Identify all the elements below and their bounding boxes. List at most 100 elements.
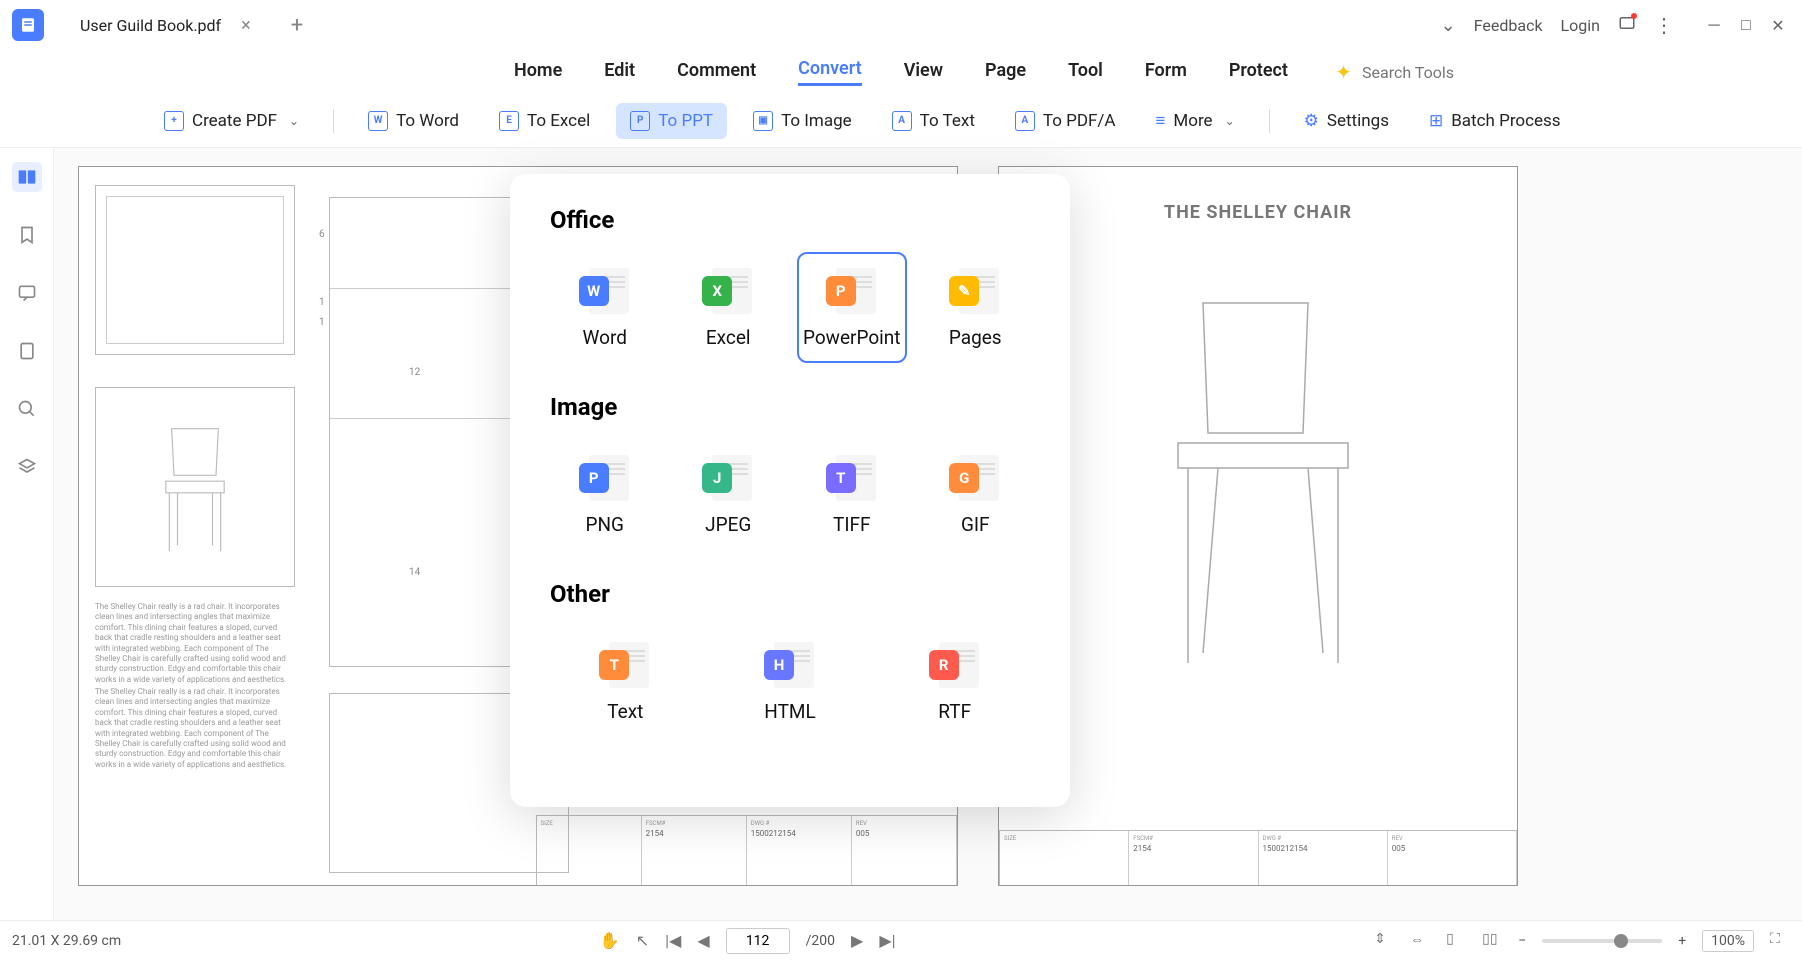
- bulb-icon: ✦: [1335, 60, 1352, 84]
- minimize-icon[interactable]: ─: [1702, 13, 1726, 37]
- format-icon: X: [698, 266, 758, 316]
- bookmark-icon[interactable]: [12, 220, 42, 250]
- chevron-down-icon: ⌄: [1225, 114, 1235, 128]
- to-ppt-button[interactable]: P To PPT: [616, 103, 727, 139]
- format-label: PNG: [586, 513, 624, 536]
- search-sidebar-icon[interactable]: [12, 394, 42, 424]
- zoom-percent[interactable]: 100%: [1702, 930, 1754, 952]
- prev-page-icon[interactable]: ◀: [697, 931, 709, 950]
- word-icon: W: [368, 111, 388, 131]
- text-icon: A: [892, 111, 912, 131]
- format-rtf[interactable]: R RTF: [879, 626, 1030, 737]
- format-icon: P: [575, 453, 635, 503]
- two-page-icon[interactable]: ▯▯: [1482, 931, 1502, 951]
- batch-button[interactable]: ⊞ Batch Process: [1415, 103, 1575, 139]
- format-icon: T: [822, 453, 882, 503]
- zoom-out-icon[interactable]: −: [1518, 933, 1526, 949]
- maximize-icon[interactable]: □: [1734, 13, 1758, 37]
- kebab-menu-icon[interactable]: ⋮: [1654, 13, 1674, 37]
- title-block: CHAIR SIZE FSCM#2154 DWG #1500212154 REV…: [536, 815, 957, 885]
- menu-comment[interactable]: Comment: [677, 60, 756, 85]
- format-word[interactable]: W Word: [550, 252, 659, 363]
- to-pdfa-button[interactable]: A To PDF/A: [1001, 103, 1130, 139]
- ppt-icon: P: [630, 111, 650, 131]
- format-label: Pages: [949, 326, 1002, 349]
- menu-page[interactable]: Page: [985, 60, 1026, 85]
- document-tab[interactable]: User Guild Book.pdf ×: [62, 4, 269, 46]
- format-powerpoint[interactable]: P PowerPoint: [797, 252, 907, 363]
- login-link[interactable]: Login: [1561, 16, 1600, 35]
- format-html[interactable]: H HTML: [715, 626, 866, 737]
- titlebar: User Guild Book.pdf × + ⌄ Feedback Login…: [0, 0, 1802, 50]
- format-tiff[interactable]: T TIFF: [797, 439, 907, 550]
- title-block-right: SIZE FSCM#2154 DWG #1500212154 REV005: [999, 830, 1517, 885]
- zoom-in-icon[interactable]: +: [1678, 933, 1686, 949]
- format-icon: H: [760, 640, 820, 690]
- search-tools-input[interactable]: [1362, 63, 1502, 82]
- more-icon: ≡: [1156, 111, 1166, 131]
- layers-icon[interactable]: [12, 452, 42, 482]
- menu-form[interactable]: Form: [1145, 60, 1187, 85]
- chevron-down-icon[interactable]: ⌄: [1441, 15, 1456, 36]
- menu-protect[interactable]: Protect: [1229, 60, 1288, 85]
- excel-icon: E: [499, 111, 519, 131]
- logo-icon: [19, 16, 37, 34]
- pdf-page-right: THE SHELLEY CHAIR SIZE FSCM#2154 DWG #15…: [998, 166, 1518, 886]
- description-text-2: The Shelley Chair really is a rad chair.…: [95, 687, 295, 770]
- image-grid: P PNG J JPEG T TIFF G GIF: [550, 439, 1030, 550]
- format-png[interactable]: P PNG: [550, 439, 660, 550]
- format-pages[interactable]: ✎ Pages: [921, 252, 1030, 363]
- section-other-title: Other: [550, 580, 1030, 608]
- fullscreen-icon[interactable]: ⛶: [1770, 931, 1790, 951]
- new-tab-button[interactable]: +: [291, 13, 303, 38]
- image-icon: ▣: [753, 111, 773, 131]
- page-number-input[interactable]: [726, 928, 790, 954]
- menu-tool[interactable]: Tool: [1068, 60, 1103, 85]
- convert-toolbar: + Create PDF ⌄ W To Word E To Excel P To…: [0, 94, 1802, 148]
- menu-view[interactable]: View: [904, 60, 943, 85]
- format-excel[interactable]: X Excel: [673, 252, 782, 363]
- notification-icon[interactable]: [1618, 14, 1636, 36]
- feedback-link[interactable]: Feedback: [1474, 16, 1543, 35]
- more-button[interactable]: ≡ More ⌄: [1142, 103, 1249, 139]
- to-excel-button[interactable]: E To Excel: [485, 103, 604, 139]
- menu-edit[interactable]: Edit: [604, 60, 635, 85]
- format-icon: R: [925, 640, 985, 690]
- format-label: Word: [583, 326, 627, 349]
- dim-12: 12: [409, 367, 420, 378]
- single-page-icon[interactable]: ▯: [1446, 931, 1466, 951]
- gear-icon: ⚙: [1304, 111, 1319, 131]
- menubar: Home Edit Comment Convert View Page Tool…: [0, 50, 1802, 94]
- app-logo[interactable]: [12, 9, 44, 41]
- select-tool-icon[interactable]: ↖: [636, 931, 649, 950]
- format-gif[interactable]: G GIF: [921, 439, 1031, 550]
- menu-home[interactable]: Home: [514, 60, 562, 85]
- last-page-icon[interactable]: ▶|: [879, 931, 895, 950]
- close-window-icon[interactable]: ✕: [1766, 13, 1790, 37]
- next-page-icon[interactable]: ▶: [851, 931, 863, 950]
- attachment-icon[interactable]: [12, 336, 42, 366]
- menu-convert[interactable]: Convert: [798, 58, 862, 86]
- format-jpeg[interactable]: J JPEG: [674, 439, 784, 550]
- section-office-title: Office: [550, 206, 1030, 234]
- to-text-button[interactable]: A To Text: [878, 103, 989, 139]
- fit-width-icon[interactable]: ⇔: [1410, 931, 1430, 951]
- format-label: PowerPoint: [803, 326, 901, 349]
- zoom-slider[interactable]: [1542, 939, 1662, 943]
- first-page-icon[interactable]: |◀: [665, 931, 681, 950]
- thumbnails-icon[interactable]: [12, 162, 42, 192]
- format-label: JPEG: [705, 513, 751, 536]
- close-tab-icon[interactable]: ×: [241, 15, 251, 36]
- fit-height-icon[interactable]: ⇕: [1374, 931, 1394, 951]
- page-dimensions: 21.01 X 29.69 cm: [12, 933, 121, 949]
- dim-14: 14: [409, 567, 420, 578]
- to-word-button[interactable]: W To Word: [354, 103, 473, 139]
- format-icon: ✎: [945, 266, 1005, 316]
- hand-tool-icon[interactable]: ✋: [600, 931, 620, 950]
- to-image-button[interactable]: ▣ To Image: [739, 103, 866, 139]
- comment-sidebar-icon[interactable]: [12, 278, 42, 308]
- convert-format-popup: Office W Word X Excel P PowerPoint ✎ Pag…: [510, 174, 1070, 807]
- format-text[interactable]: T Text: [550, 626, 701, 737]
- settings-button[interactable]: ⚙ Settings: [1290, 103, 1403, 139]
- create-pdf-button[interactable]: + Create PDF ⌄: [150, 103, 313, 139]
